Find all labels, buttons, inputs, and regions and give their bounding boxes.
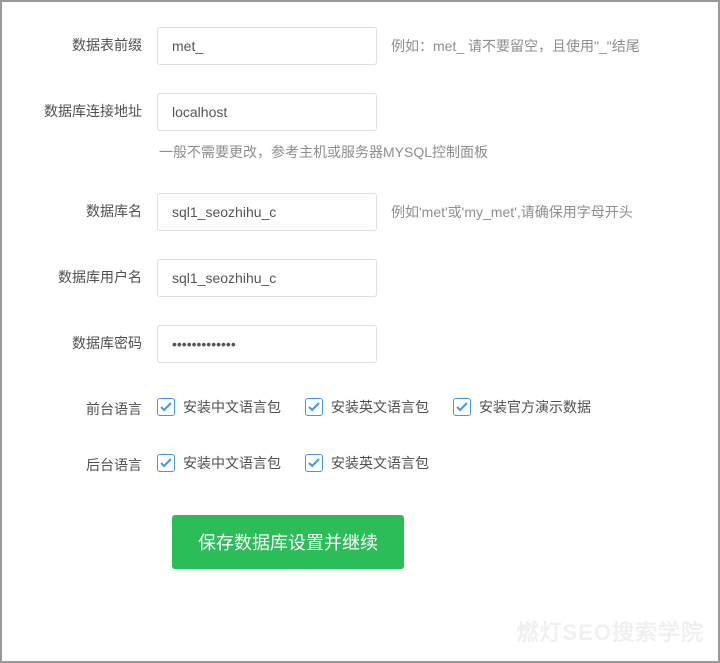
checkbox-front-demo[interactable]: 安装官方演示数据: [453, 397, 591, 417]
checkbox-group-front-lang: 安装中文语言包 安装英文语言包 安装官方演示数据: [157, 391, 591, 417]
content-db-user: [157, 259, 703, 297]
submit-button[interactable]: 保存数据库设置并继续: [172, 515, 404, 569]
label-table-prefix: 数据表前缀: [17, 27, 157, 55]
checkbox-back-en[interactable]: 安装英文语言包: [305, 453, 429, 473]
checkbox-front-cn[interactable]: 安装中文语言包: [157, 397, 281, 417]
label-db-name: 数据库名: [17, 193, 157, 221]
label-front-lang: 前台语言: [17, 391, 157, 419]
content-db-password: [157, 325, 703, 363]
row-db-name: 数据库名 例如'met'或'my_met',请确保用字母开头: [17, 193, 703, 231]
input-db-user[interactable]: [157, 259, 377, 297]
row-db-host: 数据库连接地址 一般不需要更改，参考主机或服务器MYSQL控制面板: [17, 93, 703, 165]
checkbox-label: 安装官方演示数据: [479, 397, 591, 417]
row-table-prefix: 数据表前缀 例如：met_ 请不要留空，且使用"_"结尾: [17, 27, 703, 65]
check-icon: [157, 398, 175, 416]
checkbox-front-en[interactable]: 安装英文语言包: [305, 397, 429, 417]
checkbox-label: 安装英文语言包: [331, 397, 429, 417]
row-back-lang: 后台语言 安装中文语言包 安装英文语言包: [17, 447, 703, 475]
hint-db-name: 例如'met'或'my_met',请确保用字母开头: [391, 201, 633, 223]
content-back-lang: 安装中文语言包 安装英文语言包: [157, 447, 703, 473]
checkbox-back-cn[interactable]: 安装中文语言包: [157, 453, 281, 473]
row-db-password: 数据库密码: [17, 325, 703, 363]
input-table-prefix[interactable]: [157, 27, 377, 65]
checkbox-group-back-lang: 安装中文语言包 安装英文语言包: [157, 447, 429, 473]
label-db-host: 数据库连接地址: [17, 93, 157, 121]
checkbox-label: 安装中文语言包: [183, 453, 281, 473]
content-db-name: 例如'met'或'my_met',请确保用字母开头: [157, 193, 703, 231]
label-db-password: 数据库密码: [17, 325, 157, 353]
label-back-lang: 后台语言: [17, 447, 157, 475]
checkbox-label: 安装英文语言包: [331, 453, 429, 473]
row-db-user: 数据库用户名: [17, 259, 703, 297]
content-table-prefix: 例如：met_ 请不要留空，且使用"_"结尾: [157, 27, 703, 65]
checkbox-label: 安装中文语言包: [183, 397, 281, 417]
watermark: 燃灯SEO搜索学院: [517, 615, 704, 647]
hint-db-host: 一般不需要更改，参考主机或服务器MYSQL控制面板: [157, 141, 703, 165]
row-front-lang: 前台语言 安装中文语言包 安装英文语言包 安装官方演示数据: [17, 391, 703, 419]
hint-table-prefix: 例如：met_ 请不要留空，且使用"_"结尾: [391, 35, 640, 57]
check-icon: [157, 454, 175, 472]
content-front-lang: 安装中文语言包 安装英文语言包 安装官方演示数据: [157, 391, 703, 417]
check-icon: [453, 398, 471, 416]
input-db-password[interactable]: [157, 325, 377, 363]
submit-row: 保存数据库设置并继续: [17, 515, 703, 569]
input-db-host[interactable]: [157, 93, 377, 131]
check-icon: [305, 454, 323, 472]
content-db-host: 一般不需要更改，参考主机或服务器MYSQL控制面板: [157, 93, 703, 165]
input-db-name[interactable]: [157, 193, 377, 231]
check-icon: [305, 398, 323, 416]
label-db-user: 数据库用户名: [17, 259, 157, 287]
